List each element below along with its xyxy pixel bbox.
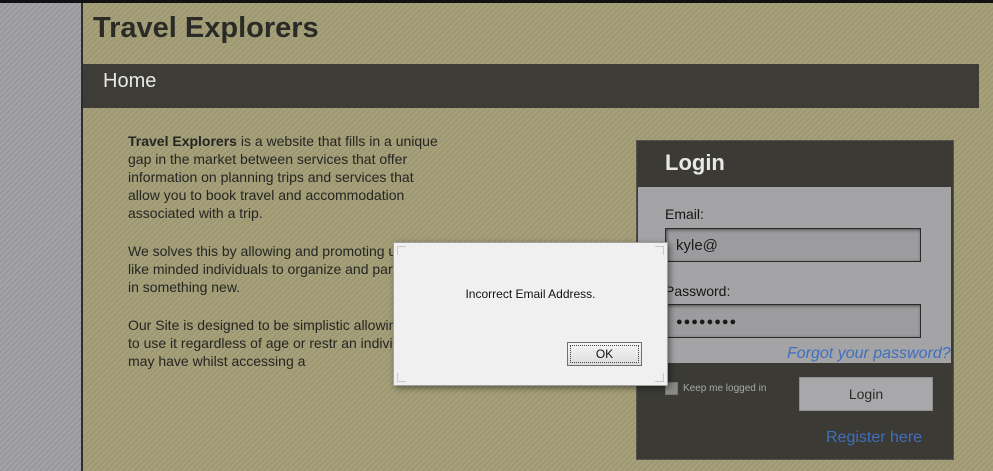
dialog-ok-button[interactable]: OK bbox=[567, 342, 642, 366]
dialog-corner-tl bbox=[397, 246, 406, 255]
alert-dialog: Incorrect Email Address. OK bbox=[393, 242, 668, 386]
dialog-corner-bl bbox=[397, 373, 406, 382]
intro-paragraph-1: Travel Explorers is a website that fills… bbox=[128, 132, 448, 222]
login-button[interactable]: Login bbox=[799, 377, 933, 411]
login-panel: Login Email: kyle@ Password: ●●●●●●●● Fo… bbox=[636, 140, 954, 460]
page-container: Travel Explorers Home Travel Explorers i… bbox=[83, 3, 993, 471]
dialog-corner-br bbox=[655, 373, 664, 382]
login-form: Email: kyle@ Password: ●●●●●●●● bbox=[638, 187, 951, 363]
login-header: Login bbox=[637, 141, 953, 187]
site-title: Travel Explorers bbox=[93, 12, 319, 44]
login-title: Login bbox=[665, 150, 725, 175]
intro-brand: Travel Explorers bbox=[128, 133, 237, 149]
dialog-corner-tr bbox=[655, 246, 664, 255]
nav-item-home[interactable]: Home bbox=[103, 70, 156, 93]
email-field[interactable]: kyle@ bbox=[665, 228, 921, 262]
forgot-password-link[interactable]: Forgot your password? bbox=[787, 345, 951, 363]
email-label: Email: bbox=[665, 206, 704, 222]
password-label: Password: bbox=[665, 283, 731, 299]
keep-logged-in-label: Keep me logged in bbox=[683, 383, 767, 395]
register-link[interactable]: Register here bbox=[826, 429, 922, 447]
nav-bar: Home bbox=[83, 64, 979, 108]
keep-logged-in[interactable]: Keep me logged in bbox=[665, 382, 766, 395]
dialog-message: Incorrect Email Address. bbox=[465, 287, 596, 301]
password-field[interactable]: ●●●●●●●● bbox=[665, 304, 921, 338]
page-gutter bbox=[0, 3, 81, 471]
